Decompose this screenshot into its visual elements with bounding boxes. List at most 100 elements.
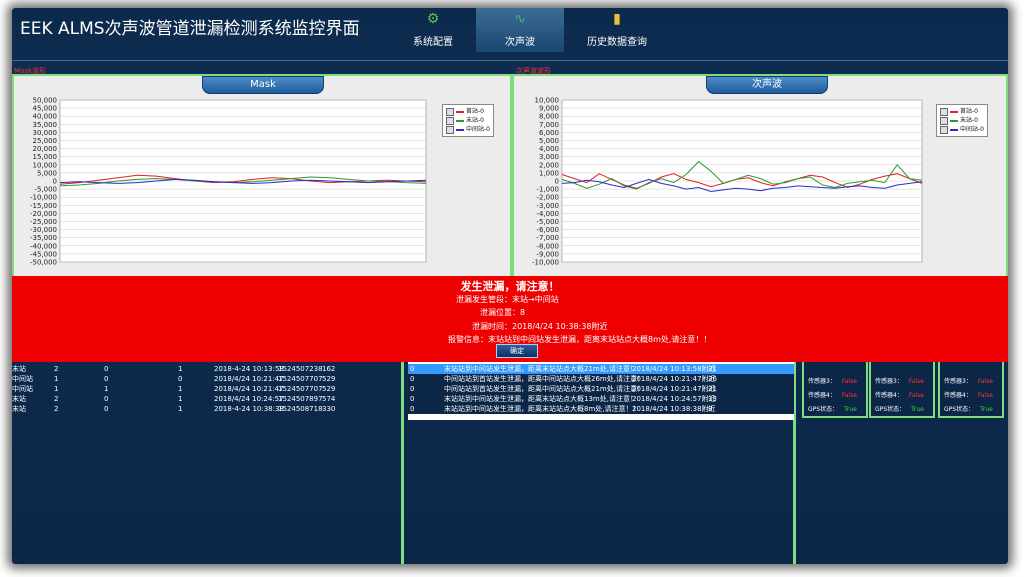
legend-label: 末站-0 [466,117,484,124]
table-cell: 中间站 [12,375,33,383]
table-cell: 2018/4/24 10:21:47 [214,385,284,393]
legend-checkbox[interactable] [940,125,948,134]
sensor-value: True [911,406,924,413]
infrasound-chart-panel: 次声波 10,000 9,000 8,000 7,000 6,000 5,000 4,000… [512,74,1008,284]
sensor-value: True [980,406,993,413]
list-cell: 21 [708,385,717,393]
infrasound-chart: 10,0009,0008,0007,0006,0005,0004,0003,00… [532,97,923,267]
legend-item[interactable]: 首站-0 [940,107,984,116]
sensor-row: 传感器3： False [808,376,857,385]
list-cell: 末站站到中间站发生泄漏，距离末站站点大概13m处,请注意！ [444,395,637,403]
y-tick-label: -10,000 [30,194,57,202]
y-tick-label: -4,000 [536,210,559,218]
app-title: EEK ALMS次声波管道泄漏检测系统监控界面 [20,19,360,39]
infrasound-chart-legend: 首站-0 末站-0 中间站-0 [936,104,988,137]
table-row[interactable]: 末站 2 0 1 2018-4-24 10:38:38 1524508718 330 [12,404,400,414]
table-cell: 330 [322,405,336,413]
list-cell: 中间站站到首站发生泄漏，距离中间站站点大概21m处,请注意！ [444,385,644,393]
y-tick-label: 6,000 [539,129,559,137]
y-tick-label: 3,000 [539,153,559,161]
y-tick-label: -50,000 [30,259,57,267]
nav-item[interactable]: ⚙ 系统配置 [389,8,477,52]
nav-item-label: 历史数据查询 [587,37,647,48]
table-cell: 1524507707 [278,385,323,393]
legend-checkbox[interactable] [940,107,948,116]
list-cell: 末站站到中间站发生泄漏，距离末站站点大概8m处,请注意！！ [444,405,640,413]
sensor-label: 传感器3： [944,378,972,385]
y-tick-label: -2,000 [536,194,559,202]
nav-item[interactable]: ▮ 历史数据查询 [573,8,661,52]
legend-checkbox[interactable] [940,116,948,125]
table-cell: 1 [54,385,59,393]
list-cell: 2018/4/24 10:13:58附近 [632,365,716,373]
table-cell: 1 [104,385,109,393]
legend-label: 首站-0 [960,108,978,115]
legend-swatch [950,128,958,131]
legend-checkbox[interactable] [446,107,454,116]
alarm-list[interactable]: 0 末站站到中间站发生泄漏，距离末站站点大概21m处,请注意！ 2018/4/24 … [408,360,794,420]
waveform-icon: ∿ [514,11,526,27]
sensor-label: 传感器4： [808,392,836,399]
nav-divider [12,60,1008,61]
y-tick-label: 50,000 [33,97,58,105]
y-tick-label: -5,000 [536,218,559,226]
sensor-row: 传感器4： False [944,390,993,399]
list-cell: 0 [410,385,415,393]
nav-item[interactable]: ∿ 次声波 [476,8,564,52]
y-tick-label: 20,000 [33,145,58,153]
list-cell: 21 [708,365,717,373]
sensor-label: 传感器4： [875,392,903,399]
list-cell: 0 [410,375,415,383]
y-tick-label: 45,000 [33,105,58,113]
list-item[interactable]: 0 末站站到中间站发生泄漏，距离末站站点大概13m处,请注意！ 2018/4/24 … [408,394,794,404]
sensor-row: GPS状态： True [875,404,924,413]
y-tick-label: -45,000 [30,250,57,258]
table-cell: 529 [322,385,336,393]
y-tick-label: 1,000 [539,169,559,177]
list-cell: 0 [410,365,415,373]
ok-button[interactable]: 确定 [496,344,538,358]
y-tick-label: -7,000 [536,234,559,242]
list-item[interactable]: 0 中间站站到首站发生泄漏，距离中间站站点大概26m处,请注意！ 2018/4/24… [408,374,794,384]
list-item[interactable]: 0 末站站到中间站发生泄漏，距离末站站点大概21m处,请注意！ 2018/4/24 … [408,364,794,374]
list-cell: 2018/4/24 10:24:57附近 [632,395,716,403]
y-tick-label: 30,000 [33,129,58,137]
y-tick-label: -8,000 [536,242,559,250]
legend-item[interactable]: 首站-0 [446,107,490,116]
table-cell: 162 [322,365,336,373]
y-tick-label: 35,000 [33,121,58,129]
legend-item[interactable]: 中间站-0 [940,125,984,134]
table-cell: 0 [104,365,109,373]
alarm-position: 泄漏位置：8 [480,308,526,317]
sensor-row: 传感器3： False [944,376,993,385]
legend-checkbox[interactable] [446,116,454,125]
table-row[interactable]: 末站 2 0 1 2018-4-24 10:13:58 1524507238 162 [12,364,400,374]
legend-checkbox[interactable] [446,125,454,134]
table-row[interactable]: 中间站 1 1 1 2018/4/24 10:21:47 1524507707 529 [12,384,400,394]
sensor-value: False [908,378,924,385]
table-row[interactable]: 末站 2 0 1 2018/4/24 10:24:57 1524507897 574 [12,394,400,404]
list-item[interactable]: 0 末站站到中间站发生泄漏，距离末站站点大概8m处,请注意！！ 2018/4/24 … [408,404,794,414]
legend-label: 末站-0 [960,117,978,124]
y-tick-label: 4,000 [539,145,559,153]
legend-item[interactable]: 中间站-0 [446,125,490,134]
sensor-label: 传感器3： [875,378,903,385]
y-tick-label: -30,000 [30,226,57,234]
mask-chart-legend: 首站-0 末站-0 中间站-0 [442,104,494,137]
legend-item[interactable]: 末站-0 [446,116,490,125]
list-item[interactable]: 0 中间站站到首站发生泄漏，距离中间站站点大概21m处,请注意！ 2018/4/24… [408,384,794,394]
y-tick-label: -6,000 [536,226,559,234]
y-tick-label: -1,000 [536,186,559,194]
table-cell: 2018/4/24 10:24:57 [214,395,284,403]
table-cell: 1524507707 [278,375,323,383]
y-tick-label: 0 [53,178,57,186]
y-tick-label: 5,000 [539,137,559,145]
list-cell: 0 [410,395,415,403]
legend-item[interactable]: 末站-0 [940,116,984,125]
list-cell: 8 [708,405,713,413]
table-cell: 末站 [12,405,26,413]
table-cell: 末站 [12,365,26,373]
sensor-label: GPS状态： [875,406,906,413]
legend-swatch [456,119,464,122]
table-row[interactable]: 中间站 1 0 0 2018/4/24 10:21:47 1524507707 529 [12,374,400,384]
